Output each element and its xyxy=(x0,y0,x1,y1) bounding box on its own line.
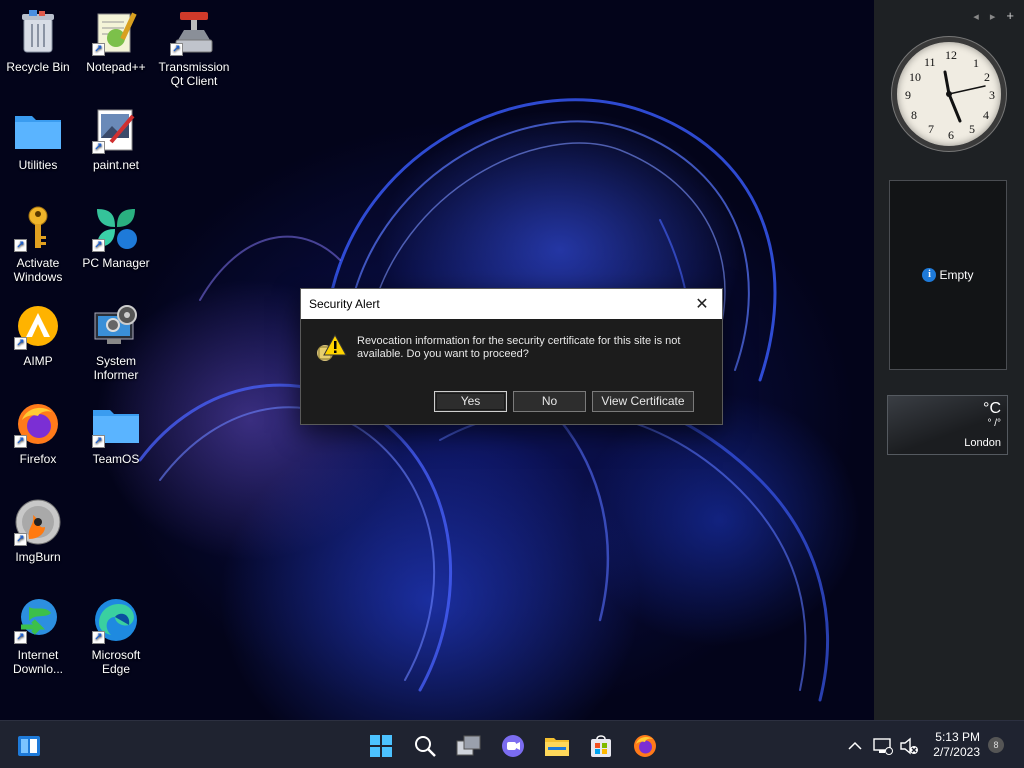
notification-badge[interactable]: 8 xyxy=(988,737,1004,753)
weather-unit: °C xyxy=(983,400,1001,417)
desktop-icon-label: Recycle Bin xyxy=(6,60,70,74)
volume-muted-icon[interactable] xyxy=(896,733,922,759)
desktop-icon-paint-net[interactable]: ↗ paint.net xyxy=(78,106,154,172)
folder-icon xyxy=(14,106,62,154)
security-warning-icon xyxy=(315,333,347,370)
desktop-icon-activate-windows[interactable]: ↗ Activate Windows xyxy=(0,204,76,284)
desktop-icon-label: PC Manager xyxy=(82,256,150,270)
empty-gadget[interactable]: i Empty xyxy=(889,180,1007,370)
recycle-bin-icon xyxy=(14,8,62,56)
desktop-icon-pc-manager[interactable]: ↗ PC Manager xyxy=(78,204,154,270)
security-alert-dialog: Security Alert ✕ Revocation information … xyxy=(300,288,723,425)
weather-city: London xyxy=(964,437,1001,449)
taskbar: 5:13 PM 2/7/2023 8 xyxy=(0,720,1024,768)
info-icon: i xyxy=(922,268,937,282)
desktop-icon-label: ImgBurn xyxy=(15,550,61,564)
folder-icon: ↗ xyxy=(92,400,140,448)
edge-icon: ↗ xyxy=(92,596,140,644)
desktop-icon-label: Firefox xyxy=(19,452,57,466)
shortcut-arrow-icon: ↗ xyxy=(92,435,105,448)
desktop-icon-teamos[interactable]: ↗ TeamOS xyxy=(78,400,154,466)
desktop-icon-firefox[interactable]: ↗ Firefox xyxy=(0,400,76,466)
disc-icon: ↗ xyxy=(14,498,62,546)
gadget-sidebar: ◂ ▸ + 12 1 2 3 4 5 6 7 8 9 10 11 i Empty… xyxy=(874,0,1024,720)
desktop-icon-internet-download-manager[interactable]: ↗ Internet Downlo... xyxy=(0,596,76,676)
taskbar-date: 2/7/2023 xyxy=(933,745,980,759)
analog-clock-gadget[interactable]: 12 1 2 3 4 5 6 7 8 9 10 11 xyxy=(892,37,1006,151)
paint-net-icon: ↗ xyxy=(92,106,140,154)
system-informer-icon xyxy=(92,302,140,350)
empty-gadget-label: Empty xyxy=(939,268,974,282)
key-icon: ↗ xyxy=(14,204,62,252)
widgets-icon[interactable] xyxy=(16,733,42,759)
desktop-icon-recycle-bin[interactable]: Recycle Bin xyxy=(0,8,76,74)
microsoft-store-icon[interactable] xyxy=(588,733,614,759)
yes-button[interactable]: Yes xyxy=(434,391,507,412)
shortcut-arrow-icon: ↗ xyxy=(14,337,27,350)
shortcut-arrow-icon: ↗ xyxy=(14,631,27,644)
weather-range: ° /° xyxy=(987,418,1001,429)
desktop-icon-notepad-plus-plus[interactable]: ↗ Notepad++ xyxy=(78,8,154,74)
transmission-icon: ↗ xyxy=(170,8,218,56)
dialog-message: Revocation information for the security … xyxy=(357,335,681,360)
weather-gadget[interactable]: °C ° /° London xyxy=(887,395,1008,455)
shortcut-arrow-icon: ↗ xyxy=(170,43,183,56)
desktop-icon-label: Internet Downlo... xyxy=(12,648,64,676)
sidebar-nav: ◂ ▸ + xyxy=(965,8,1014,23)
desktop-icon-label: Notepad++ xyxy=(86,60,146,74)
aimp-icon: ↗ xyxy=(14,302,62,350)
start-icon[interactable] xyxy=(368,733,394,759)
desktop-icon-label: System Informer xyxy=(93,354,139,382)
firefox-taskbar-icon[interactable] xyxy=(632,733,658,759)
close-icon[interactable]: ✕ xyxy=(690,294,714,314)
desktop-icon-system-informer[interactable]: System Informer xyxy=(78,302,154,382)
task-view-icon[interactable] xyxy=(456,733,482,759)
search-icon[interactable] xyxy=(412,733,438,759)
next-icon[interactable]: ▸ xyxy=(990,11,996,23)
shortcut-arrow-icon: ↗ xyxy=(92,631,105,644)
desktop-icon-transmission[interactable]: ↗ Transmission Qt Client xyxy=(156,8,232,88)
clock-hands xyxy=(943,70,986,123)
shortcut-arrow-icon: ↗ xyxy=(14,435,27,448)
desktop-icon-label: paint.net xyxy=(92,158,140,172)
firefox-icon: ↗ xyxy=(14,400,62,448)
desktop-icon-label: Utilities xyxy=(18,158,58,172)
desktop-icon-label: Activate Windows xyxy=(13,256,63,284)
file-explorer-icon[interactable] xyxy=(544,733,570,759)
previous-icon[interactable]: ◂ xyxy=(973,11,979,23)
desktop-icon-imgburn[interactable]: ↗ ImgBurn xyxy=(0,498,76,564)
globe-download-icon: ↗ xyxy=(14,596,62,644)
pc-manager-icon: ↗ xyxy=(92,204,140,252)
desktop-icon-microsoft-edge[interactable]: ↗ Microsoft Edge xyxy=(78,596,154,676)
desktop-icon-utilities[interactable]: Utilities xyxy=(0,106,76,172)
taskbar-clock[interactable]: 5:13 PM 2/7/2023 xyxy=(933,730,980,760)
shortcut-arrow-icon: ↗ xyxy=(14,533,27,546)
add-gadget-icon[interactable]: + xyxy=(1006,8,1014,23)
desktop-icon-label: Transmission Qt Client xyxy=(158,60,230,88)
shortcut-arrow-icon: ↗ xyxy=(92,141,105,154)
show-hidden-icons-chevron-up-icon[interactable] xyxy=(842,733,868,759)
desktop-icon-label: Microsoft Edge xyxy=(91,648,141,676)
dialog-title-bar: Security Alert ✕ xyxy=(301,289,722,319)
taskbar-time: 5:13 PM xyxy=(935,730,980,744)
notepad-plus-plus-icon: ↗ xyxy=(92,8,140,56)
shortcut-arrow-icon: ↗ xyxy=(92,239,105,252)
network-icon[interactable] xyxy=(870,733,896,759)
shortcut-arrow-icon: ↗ xyxy=(92,43,105,56)
chat-icon[interactable] xyxy=(500,733,526,759)
shortcut-arrow-icon: ↗ xyxy=(14,239,27,252)
dialog-title: Security Alert xyxy=(309,297,380,311)
desktop-icon-label: AIMP xyxy=(23,354,53,368)
no-button[interactable]: No xyxy=(513,391,586,412)
view-certificate-button[interactable]: View Certificate xyxy=(592,391,694,412)
desktop-icon-label: TeamOS xyxy=(92,452,140,466)
desktop-icon-aimp[interactable]: ↗ AIMP xyxy=(0,302,76,368)
